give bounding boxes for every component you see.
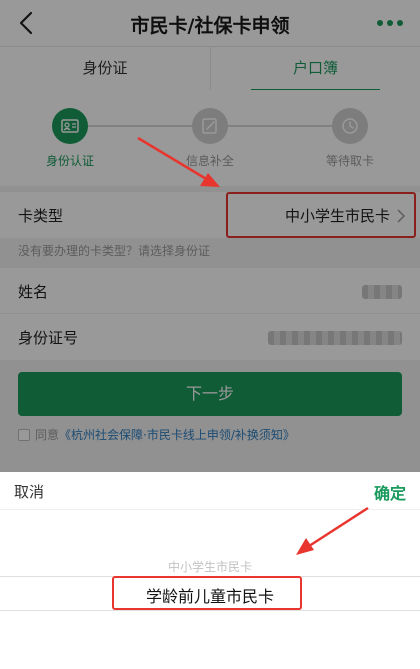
picker-selection-line: [0, 610, 420, 611]
cancel-button[interactable]: 取消: [14, 481, 44, 502]
selected-option-highlight: [112, 576, 302, 610]
card-type-picker: 取消 确定 中小学生市民卡 学龄前儿童市民卡: [0, 472, 420, 669]
confirm-button[interactable]: 确定: [374, 480, 406, 504]
picker-toolbar: 取消 确定: [0, 472, 420, 510]
modal-overlay[interactable]: [0, 0, 420, 472]
picker-option[interactable]: 中小学生市民卡: [0, 558, 420, 575]
